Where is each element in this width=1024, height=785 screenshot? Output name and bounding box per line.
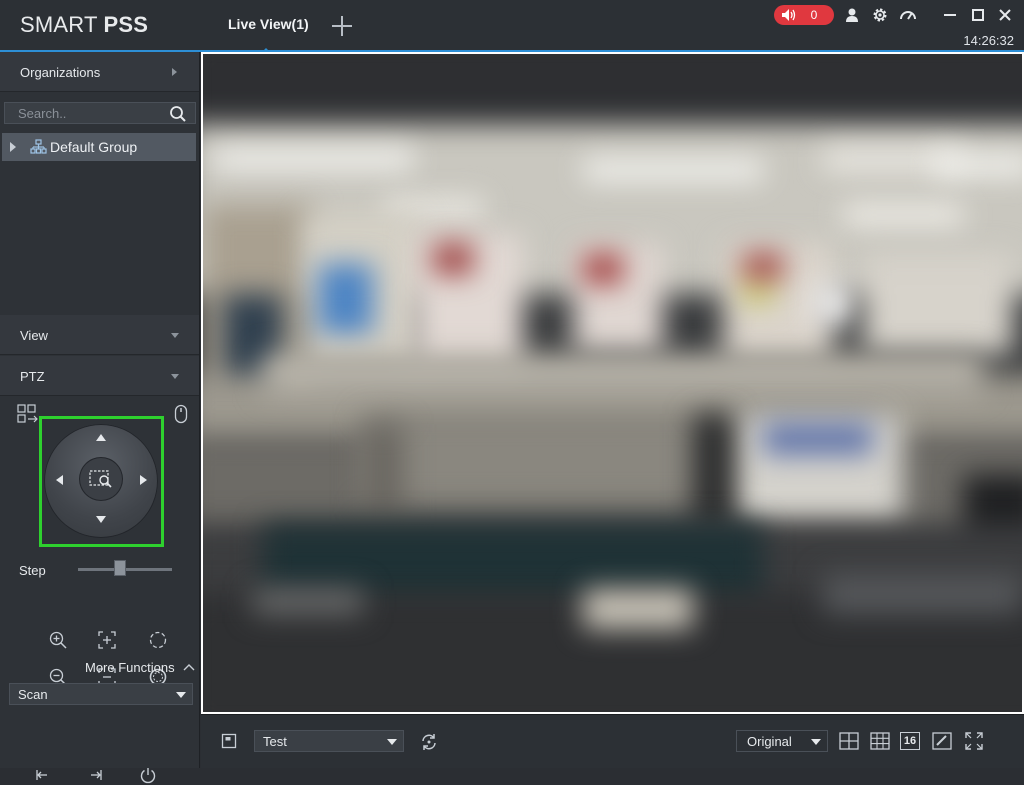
dropdown-arrow-icon: [811, 739, 821, 745]
search-icon[interactable]: [169, 105, 187, 123]
mouse-icon[interactable]: [174, 404, 188, 424]
dropdown-arrow-icon: [387, 739, 397, 745]
set-left-limit-icon[interactable]: [33, 765, 53, 785]
ptz-label: PTZ: [20, 369, 45, 384]
chevron-down-icon: [171, 333, 179, 338]
tab-live-view[interactable]: Live View(1): [222, 0, 314, 52]
organizations-header[interactable]: Organizations: [0, 52, 199, 92]
expand-arrow-icon[interactable]: [10, 142, 16, 152]
alarm-count: 0: [810, 8, 818, 22]
maximize-icon[interactable]: [969, 6, 987, 24]
view-select[interactable]: Test: [254, 730, 404, 752]
organizations-label: Organizations: [20, 65, 101, 80]
minimize-icon[interactable]: [941, 6, 959, 24]
focus-near-icon[interactable]: [97, 630, 117, 650]
search-input[interactable]: [5, 103, 165, 123]
org-tree-icon: [30, 139, 47, 154]
search-box: [4, 102, 196, 124]
add-tab-icon[interactable]: [330, 14, 354, 38]
bottom-toolbar: Test Original 16: [201, 714, 1024, 768]
close-icon[interactable]: [996, 6, 1014, 24]
ptz-up-arrow-icon[interactable]: [96, 434, 106, 441]
speaker-icon: [782, 9, 796, 21]
chevron-down-icon: [171, 374, 179, 379]
more-functions-label[interactable]: More Functions: [85, 660, 175, 675]
aspect-ratio-value: Original: [747, 734, 792, 749]
function-select[interactable]: Scan: [9, 683, 193, 705]
app-logo: SMART PSS: [20, 12, 149, 37]
ptz-right-arrow-icon[interactable]: [140, 475, 147, 485]
fullscreen-icon[interactable]: [964, 732, 984, 750]
refresh-cycle-icon[interactable]: [419, 732, 439, 752]
tree-item-label: Default Group: [50, 139, 138, 155]
gear-icon[interactable]: [871, 6, 889, 24]
zoom-in-icon[interactable]: [48, 630, 68, 650]
alarm-button[interactable]: 0: [774, 5, 834, 25]
power-icon[interactable]: [138, 765, 158, 785]
iris-open-icon[interactable]: [148, 630, 168, 650]
ptz-down-arrow-icon[interactable]: [96, 516, 106, 523]
aspect-ratio-select[interactable]: Original: [736, 730, 828, 752]
save-view-icon[interactable]: [221, 733, 237, 749]
chevron-right-icon: [172, 68, 177, 76]
tab-live-view-label: Live View(1): [228, 16, 309, 32]
ptz-direction-pad[interactable]: [44, 424, 158, 538]
layout-4-icon[interactable]: [839, 732, 859, 750]
view-select-value: Test: [263, 734, 287, 749]
preset-layout-icon[interactable]: [17, 404, 39, 426]
video-window-frame: [201, 52, 1024, 714]
layout-16-icon[interactable]: 16: [900, 732, 920, 750]
set-right-limit-icon[interactable]: [85, 765, 105, 785]
chevron-up-icon[interactable]: [183, 662, 195, 672]
tree-item-default-group[interactable]: Default Group: [2, 133, 196, 161]
step-slider-handle[interactable]: [114, 560, 127, 576]
ptz-panel: Step More Functions Scan: [0, 396, 199, 784]
performance-gauge-icon[interactable]: [899, 6, 917, 24]
live-video-feed[interactable]: [203, 54, 1022, 712]
edit-layout-icon[interactable]: [932, 732, 952, 750]
area-zoom-icon: [89, 470, 112, 488]
dropdown-arrow-icon: [176, 692, 186, 698]
user-icon[interactable]: [843, 6, 861, 24]
clock: 14:26:32: [963, 33, 1014, 48]
ptz-panel-header[interactable]: PTZ: [0, 356, 199, 396]
layout-9-icon[interactable]: [870, 732, 890, 750]
ptz-left-arrow-icon[interactable]: [56, 475, 63, 485]
title-bar: SMART PSS Live View(1) 0 14:26:32: [0, 0, 1024, 52]
sidebar: Organizations Default Group View PTZ: [0, 52, 200, 784]
view-panel-header[interactable]: View: [0, 315, 199, 355]
ptz-center-button[interactable]: [80, 458, 122, 500]
function-select-value: Scan: [18, 687, 48, 702]
step-label: Step: [19, 563, 46, 578]
view-label: View: [20, 328, 48, 343]
